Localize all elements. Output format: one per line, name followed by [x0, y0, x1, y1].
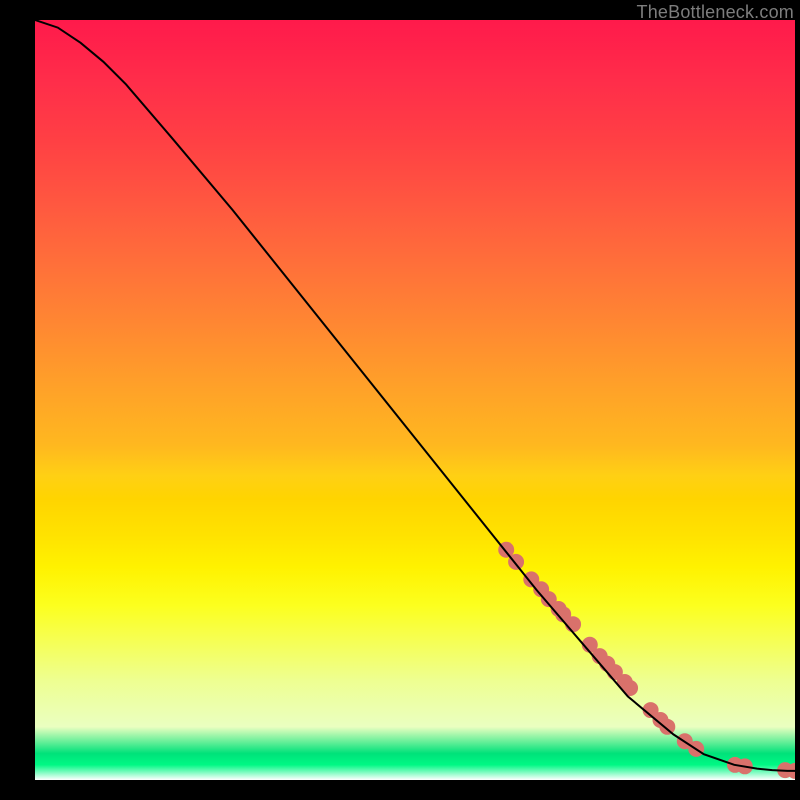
marker-point: [777, 762, 793, 778]
marker-point: [498, 542, 514, 558]
highlighted-markers: [498, 542, 795, 779]
marker-point: [541, 591, 557, 607]
marker-point: [508, 554, 524, 570]
marker-point: [787, 763, 795, 779]
chart-frame: TheBottleneck.com: [0, 0, 800, 800]
marker-point: [599, 656, 615, 672]
bottleneck-curve: [35, 20, 795, 771]
marker-point: [737, 758, 753, 774]
marker-point: [523, 571, 539, 587]
marker-point: [643, 702, 659, 718]
marker-point: [622, 680, 638, 696]
marker-point: [727, 757, 743, 773]
marker-point: [617, 674, 633, 690]
marker-point: [582, 637, 598, 653]
marker-point: [607, 664, 623, 680]
plot-area: [35, 20, 795, 780]
chart-svg: [35, 20, 795, 780]
marker-point: [555, 606, 571, 622]
marker-point: [659, 719, 675, 735]
marker-point: [551, 601, 567, 617]
marker-point: [565, 616, 581, 632]
marker-point: [592, 648, 608, 664]
marker-point: [688, 741, 704, 757]
attribution-text: TheBottleneck.com: [637, 2, 794, 23]
marker-point: [677, 733, 693, 749]
marker-point: [653, 712, 669, 728]
marker-point: [533, 581, 549, 597]
